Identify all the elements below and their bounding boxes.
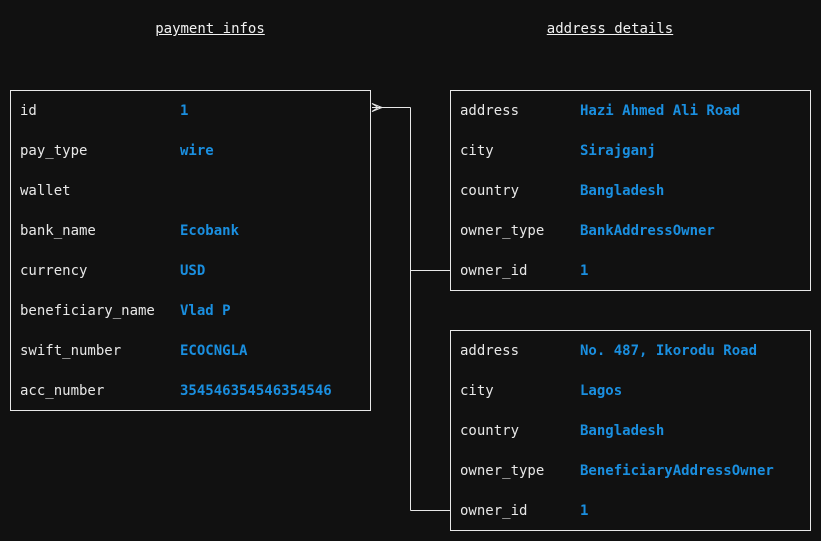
diagram-canvas: payment infos address details id 1 pay_t… bbox=[0, 0, 821, 541]
field-value: Bangladesh bbox=[580, 423, 665, 439]
field-value: BankAddressOwner bbox=[580, 223, 715, 239]
payment-infos-table: id 1 pay_type wire wallet bank_name Ecob… bbox=[10, 90, 371, 411]
field-key: owner_id bbox=[460, 503, 528, 519]
field-value: USD bbox=[180, 263, 206, 279]
field-key: address bbox=[460, 103, 520, 119]
field-value: ECOCNGLA bbox=[180, 343, 248, 359]
field-key: country bbox=[460, 183, 520, 199]
field-key: city bbox=[460, 143, 494, 159]
field-value: Bangladesh bbox=[580, 183, 665, 199]
field-key: currency bbox=[20, 263, 88, 279]
field-key: owner_type bbox=[460, 223, 545, 239]
address-details-table-2: address No. 487, Ikorodu Road city Lagos… bbox=[450, 330, 811, 531]
field-value: 1 bbox=[580, 263, 589, 279]
field-value: Vlad P bbox=[180, 303, 231, 319]
field-key: owner_id bbox=[460, 263, 528, 279]
field-key: wallet bbox=[20, 183, 71, 199]
field-value: 354546354546354546 bbox=[180, 383, 332, 399]
field-value: 1 bbox=[580, 503, 589, 519]
field-value: No. 487, Ikorodu Road bbox=[580, 343, 758, 359]
field-key: acc_number bbox=[20, 383, 105, 399]
field-key: owner_type bbox=[460, 463, 545, 479]
field-key: beneficiary_name bbox=[20, 303, 155, 319]
field-value: wire bbox=[180, 143, 214, 159]
field-key: pay_type bbox=[20, 143, 88, 159]
field-value: Sirajganj bbox=[580, 143, 656, 159]
field-key: address bbox=[460, 343, 520, 359]
field-value: Hazi Ahmed Ali Road bbox=[580, 103, 741, 119]
field-value: Lagos bbox=[580, 383, 623, 399]
address-details-table-1: address Hazi Ahmed Ali Road city Sirajga… bbox=[450, 90, 811, 291]
field-key: id bbox=[20, 103, 37, 119]
field-key: bank_name bbox=[20, 223, 96, 239]
field-key: country bbox=[460, 423, 520, 439]
field-value: Ecobank bbox=[180, 223, 240, 239]
field-value: BeneficiaryAddressOwner bbox=[580, 463, 774, 479]
field-key: city bbox=[460, 383, 494, 399]
field-value: 1 bbox=[180, 103, 189, 119]
field-key: swift_number bbox=[20, 343, 122, 359]
